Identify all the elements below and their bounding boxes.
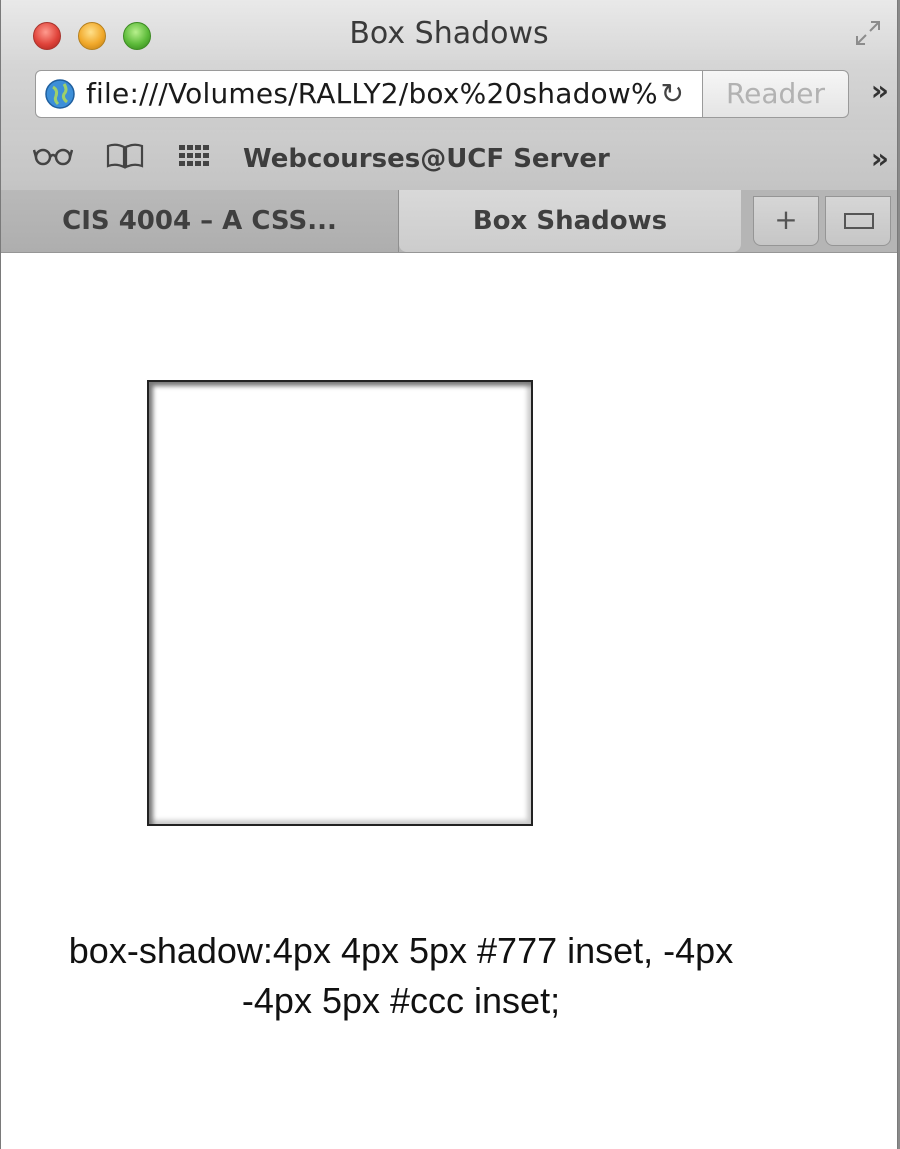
bookmark-webcourses[interactable]: Webcourses@UCF Server — [243, 144, 610, 174]
shadow-caption: box-shadow:4px 4px 5px #777 inset, -4px … — [68, 930, 734, 1021]
address-url-text: file:///Volumes/RALLY2/box%20shadow% — [86, 77, 658, 110]
reload-icon[interactable]: ↻ — [661, 77, 684, 110]
tab-overview-icon — [844, 213, 874, 229]
tab-bar: CIS 4004 – A CSS... Box Shadows + — [1, 190, 897, 253]
toolbar: file:///Volumes/RALLY2/box%20shadow% ↻ R… — [1, 60, 897, 130]
inset-shadow-box — [147, 380, 533, 826]
bookmarks-overflow-icon[interactable]: » — [871, 142, 889, 175]
browser-window: Box Shadows file:///Volumes/RALLY2/box%2… — [0, 0, 898, 1149]
tab-overview-button[interactable] — [825, 196, 891, 246]
toolbar-overflow-icon[interactable]: » — [871, 74, 889, 107]
tab-box-shadows[interactable]: Box Shadows — [399, 190, 741, 252]
address-field[interactable]: file:///Volumes/RALLY2/box%20shadow% ↻ — [35, 70, 703, 118]
window-title: Box Shadows — [349, 16, 549, 51]
bookmarks-bar: Webcourses@UCF Server » — [1, 130, 897, 191]
page-content: box-shadow:4px 4px 5px #777 inset, -4px … — [1, 253, 897, 1149]
reader-button[interactable]: Reader — [703, 70, 849, 118]
new-tab-button[interactable]: + — [753, 196, 819, 246]
bookmarks-icon[interactable] — [105, 142, 145, 177]
reading-list-icon[interactable] — [32, 142, 74, 175]
tab-cis-4004[interactable]: CIS 4004 – A CSS... — [1, 190, 399, 252]
fullscreen-icon[interactable] — [853, 18, 883, 48]
globe-icon — [44, 78, 76, 110]
top-sites-icon[interactable] — [177, 142, 211, 177]
